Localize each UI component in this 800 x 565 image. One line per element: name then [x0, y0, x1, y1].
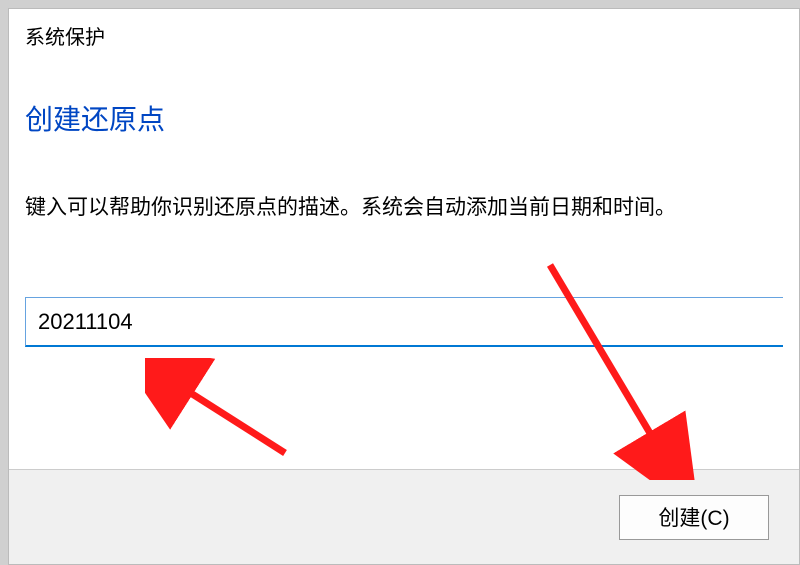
create-button[interactable]: 创建(C): [619, 495, 769, 540]
restore-point-description-input[interactable]: [25, 297, 783, 347]
dialog-footer: 创建(C): [9, 469, 799, 564]
description-text: 键入可以帮助你识别还原点的描述。系统会自动添加当前日期和时间。: [25, 193, 783, 222]
system-protection-dialog: 系统保护 创建还原点 键入可以帮助你识别还原点的描述。系统会自动添加当前日期和时…: [8, 8, 800, 565]
dialog-content: 创建还原点 键入可以帮助你识别还原点的描述。系统会自动添加当前日期和时间。: [9, 58, 799, 347]
heading-create-restore-point: 创建还原点: [25, 98, 783, 138]
dialog-title: 系统保护: [9, 9, 799, 58]
